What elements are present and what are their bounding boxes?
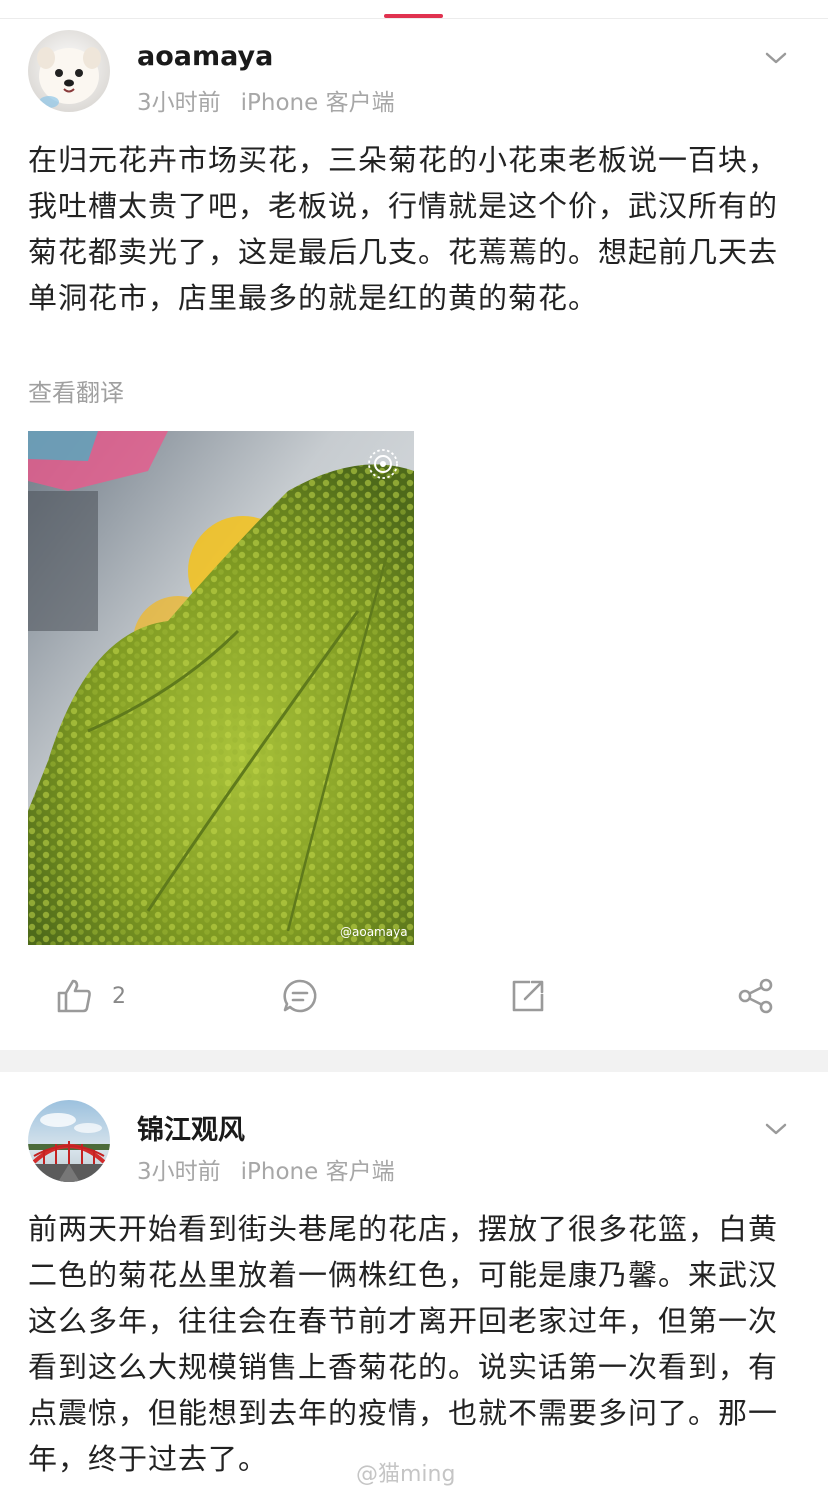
image-watermark: @aoamaya xyxy=(340,925,408,939)
view-translation-link[interactable]: 查看翻译 xyxy=(28,373,124,408)
live-photo-icon xyxy=(368,449,398,479)
post-meta: 3小时前 iPhone 客户端 xyxy=(137,1152,395,1186)
post-meta: 3小时前 iPhone 客户端 xyxy=(137,83,395,117)
thumbs-up-icon xyxy=(57,979,91,1013)
share-button[interactable] xyxy=(736,974,776,1018)
avatar[interactable] xyxy=(28,1100,110,1182)
post-source: iPhone 客户端 xyxy=(240,90,395,116)
username[interactable]: 锦江观风 xyxy=(137,1108,245,1147)
like-count: 2 xyxy=(112,983,126,1009)
post-body: 在归元花卉市场买花，三朵菊花的小花束老板说一百块，我吐槽太贵了吧，老板说，行情就… xyxy=(28,143,779,315)
action-bar: 2 xyxy=(0,974,828,1024)
comment-icon xyxy=(283,979,317,1013)
avatar[interactable] xyxy=(28,30,110,112)
feed-post: aoamaya 3小时前 iPhone 客户端 在归元花卉市场买花，三朵菊花的小花… xyxy=(0,19,828,1050)
repost-button[interactable] xyxy=(508,974,548,1018)
like-button[interactable]: 2 xyxy=(54,974,126,1018)
post-separator xyxy=(0,1050,828,1072)
share-icon xyxy=(738,978,773,1014)
chevron-down-icon[interactable] xyxy=(764,1121,788,1137)
post-photo[interactable]: @aoamaya xyxy=(28,431,414,945)
comment-button[interactable] xyxy=(280,974,320,1018)
post-source: iPhone 客户端 xyxy=(240,1159,395,1185)
repost-icon xyxy=(512,980,544,1012)
post-time: 3小时前 xyxy=(137,90,221,116)
username[interactable]: aoamaya xyxy=(137,41,273,72)
post-time: 3小时前 xyxy=(137,1159,221,1185)
feed-post: 锦江观风 3小时前 iPhone 客户端 前两天开始看到街头巷尾的花店，摆放了很多… xyxy=(0,1072,828,1493)
page-watermark: @猫ming xyxy=(356,1462,456,1487)
post-body: 前两天开始看到街头巷尾的花店，摆放了很多花篮，白黄二色的菊花丛里放着一俩株红色，… xyxy=(28,1212,779,1476)
chevron-down-icon[interactable] xyxy=(764,50,788,66)
